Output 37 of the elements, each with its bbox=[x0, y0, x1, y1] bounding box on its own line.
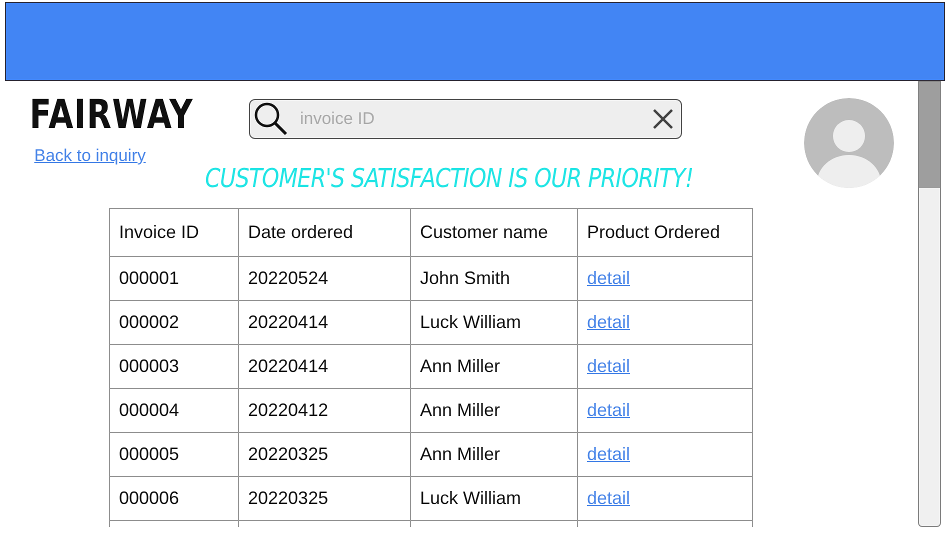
column-header: Invoice ID bbox=[110, 208, 238, 256]
scrollbar[interactable] bbox=[918, 81, 941, 527]
table-cell: 20220325 bbox=[238, 432, 410, 476]
table-cell: Luck William bbox=[410, 476, 578, 520]
table-cell: 000001 bbox=[110, 256, 238, 300]
search-field[interactable]: invoice ID bbox=[249, 99, 682, 139]
table-cell: Ann Miller bbox=[410, 388, 578, 432]
table-cell: 20220414 bbox=[238, 300, 410, 344]
slogan: CUSTOMER'S SATISFACTION IS OUR PRIORITY! bbox=[205, 163, 694, 196]
table-cell: 000006 bbox=[110, 476, 238, 520]
table-cell: Ann Miller bbox=[410, 344, 578, 388]
back-link[interactable]: Back to inquiry bbox=[34, 143, 146, 168]
table-cell: 000005 bbox=[110, 432, 238, 476]
avatar-icon bbox=[804, 98, 894, 188]
close-icon[interactable] bbox=[652, 108, 674, 130]
table-cell: 20220414 bbox=[238, 344, 410, 388]
search-icon bbox=[253, 102, 289, 136]
detail-link[interactable]: detail bbox=[587, 312, 630, 332]
table-cell: 20220524 bbox=[238, 256, 410, 300]
logo: FAIRWAY bbox=[29, 93, 193, 137]
column-header: Customer name bbox=[410, 208, 578, 256]
table-cell: 000003 bbox=[110, 344, 238, 388]
detail-link[interactable]: detail bbox=[587, 488, 630, 508]
detail-link[interactable]: detail bbox=[587, 356, 630, 376]
detail-link[interactable]: detail bbox=[587, 400, 630, 420]
table-cell: Luck William bbox=[410, 300, 578, 344]
column-header: Date ordered bbox=[238, 208, 410, 256]
detail-link[interactable]: detail bbox=[587, 268, 630, 288]
table-cell: 20220412 bbox=[238, 388, 410, 432]
column-header: Product Ordered bbox=[578, 208, 752, 256]
detail-link[interactable]: detail bbox=[587, 444, 630, 464]
table-cell: John Smith bbox=[410, 256, 578, 300]
table-cell: 20220325 bbox=[238, 476, 410, 520]
scrollbar-thumb[interactable] bbox=[919, 82, 940, 188]
table-cell: 000002 bbox=[110, 300, 238, 344]
table-cell: Ann Miller bbox=[410, 432, 578, 476]
table-cell: 000004 bbox=[110, 388, 238, 432]
